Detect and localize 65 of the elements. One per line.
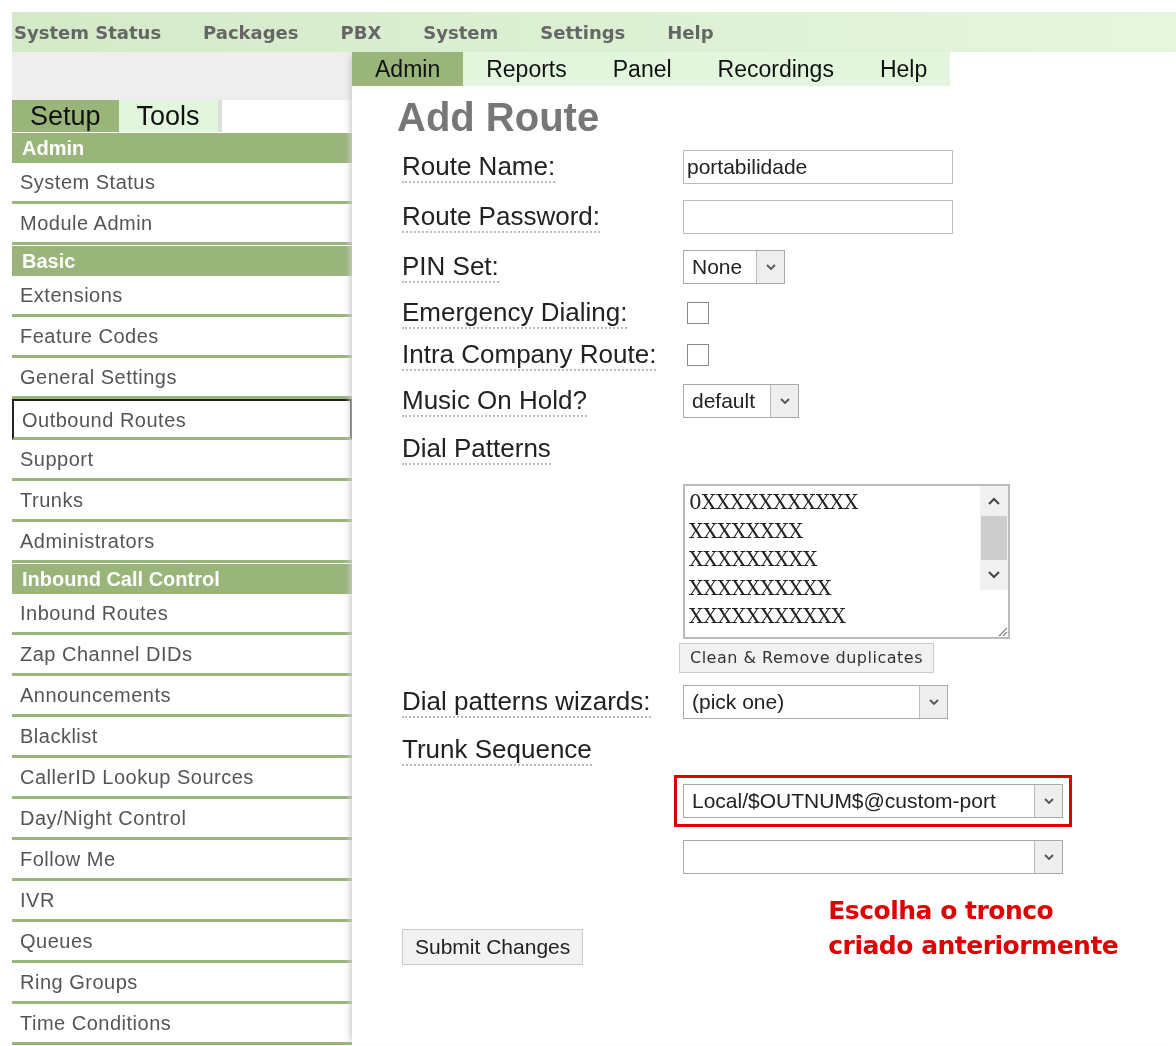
- page-title: Add Route: [397, 94, 601, 141]
- sub-tab[interactable]: Recordings: [694, 52, 857, 86]
- sidebar-section-header: Inbound Call Control: [12, 564, 352, 594]
- field-label: PIN Set:: [402, 251, 499, 283]
- text-field[interactable]: [683, 200, 953, 234]
- field-label: Intra Company Route:: [402, 339, 657, 371]
- dropdown[interactable]: None: [683, 250, 785, 284]
- wizard-dropdown[interactable]: (pick one): [683, 685, 948, 719]
- field-label: Dial Patterns: [402, 433, 551, 465]
- sidebar-item[interactable]: Support: [12, 440, 352, 481]
- field-label: Route Password:: [402, 201, 600, 233]
- pattern-line: 0XXXXXXXXXXX: [689, 489, 860, 516]
- sub-tab[interactable]: Admin: [352, 52, 464, 86]
- field-label: Dial patterns wizards:: [402, 686, 651, 718]
- scroll-down-icon: [988, 571, 1000, 579]
- sidebar-item[interactable]: Inbound Routes: [12, 594, 352, 635]
- sidebar-item[interactable]: Ring Groups: [12, 963, 352, 1004]
- sidebar-item[interactable]: Follow Me: [12, 840, 352, 881]
- sub-tab[interactable]: Panel: [589, 52, 695, 86]
- sidebar-item[interactable]: Outbound Routes: [12, 399, 352, 440]
- sidebar-item[interactable]: Day/Night Control: [12, 799, 352, 840]
- checkbox[interactable]: [687, 302, 709, 324]
- sidebar-item[interactable]: Blacklist: [12, 717, 352, 758]
- field-label: Music On Hold?: [402, 385, 587, 417]
- text-field[interactable]: portabilidade: [683, 150, 953, 184]
- top-menu-item[interactable]: Settings: [540, 18, 626, 46]
- sidebar-section-header: Basic: [12, 246, 352, 276]
- sidebar-item[interactable]: Feature Codes: [12, 317, 352, 358]
- pattern-line: XXXXXXXX: [689, 517, 804, 545]
- top-menu-item[interactable]: System Status: [14, 18, 162, 46]
- sidebar-tab[interactable]: Tools: [118, 100, 222, 132]
- pattern-line: XXXXXXXXX: [689, 546, 819, 573]
- instruction-note: Escolha o tronco criado anteriormente: [828, 895, 1120, 962]
- field-label: Trunk Sequence: [402, 734, 592, 766]
- top-menu-item[interactable]: Help: [667, 18, 714, 46]
- field-label: Emergency Dialing:: [402, 297, 628, 329]
- dropdown[interactable]: default: [683, 384, 799, 418]
- sidebar-item[interactable]: Announcements: [12, 676, 352, 717]
- clean-duplicates-button[interactable]: Clean & Remove duplicates: [679, 643, 934, 673]
- sidebar-item[interactable]: CallerID Lookup Sources: [12, 758, 352, 799]
- sidebar-item[interactable]: Time Conditions: [12, 1004, 352, 1045]
- sub-tab[interactable]: Help: [856, 52, 951, 86]
- dial-patterns-field[interactable]: 0XXXXXXXXXXX XXXXXXXX XXXXXXXXX XXXXXXXXXX XXXXXXXXXXX: [683, 484, 1010, 639]
- scroll-thumb[interactable]: [981, 516, 1007, 560]
- submit-button[interactable]: Submit Changes: [402, 929, 584, 965]
- pattern-line: XXXXXXXXXXX: [689, 603, 847, 630]
- sidebar-item[interactable]: Trunks: [12, 481, 352, 522]
- top-menu-item[interactable]: Packages: [203, 18, 299, 46]
- sidebar-item[interactable]: Extensions: [12, 276, 352, 317]
- resize-grip-icon: [996, 625, 1008, 637]
- sub-tab[interactable]: Reports: [463, 52, 590, 86]
- sidebar-item[interactable]: Queues: [12, 922, 352, 963]
- sidebar-tab[interactable]: Setup: [12, 100, 119, 132]
- sidebar-item[interactable]: IVR: [12, 881, 352, 922]
- pattern-line: XXXXXXXXXX: [689, 574, 833, 602]
- sidebar-item[interactable]: Zap Channel DIDs: [12, 635, 352, 676]
- sidebar-section-header: Admin: [12, 133, 352, 163]
- trunk-dropdown[interactable]: [683, 840, 1063, 874]
- top-menu-item[interactable]: PBX: [340, 18, 382, 46]
- trunk-dropdown[interactable]: Local/$OUTNUM$@custom-port: [683, 784, 1063, 818]
- scroll-up-icon: [988, 497, 1000, 505]
- sidebar-item[interactable]: System Status: [12, 163, 352, 204]
- checkbox[interactable]: [687, 344, 709, 366]
- top-menu-item[interactable]: System: [423, 18, 499, 46]
- field-label: Route Name:: [402, 151, 556, 183]
